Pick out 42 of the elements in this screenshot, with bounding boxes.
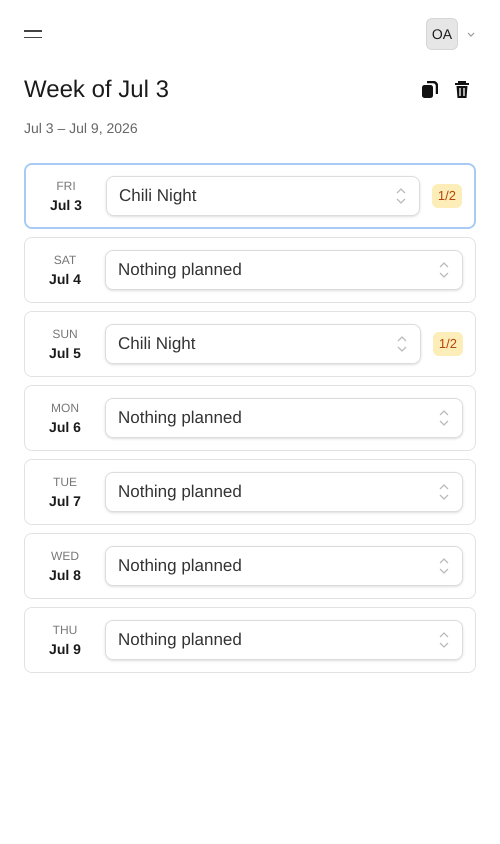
chevron-up-down-icon (438, 409, 450, 427)
serving-badge: 1/2 (432, 332, 463, 356)
avatar-button[interactable]: OA (426, 18, 458, 50)
date-range: Jul 3 – Jul 9, 2026 (24, 119, 139, 138)
meal-select[interactable]: Nothing planned (105, 620, 463, 660)
chevron-up-down-icon (394, 187, 407, 205)
chevron-up-down-icon (438, 631, 450, 649)
day-card[interactable]: FRI Jul 3 Chili Night 1/2 (24, 163, 476, 229)
meal-select[interactable]: Nothing planned (105, 398, 463, 438)
day-card[interactable]: TUE Jul 7 Nothing planned (24, 459, 476, 525)
chevron-up-down-icon (396, 335, 408, 353)
weekday-label: MON (51, 400, 79, 416)
weekday-label: TUE (53, 474, 77, 490)
trash-icon[interactable] (454, 81, 470, 99)
day-card[interactable]: WED Jul 8 Nothing planned (24, 533, 476, 599)
weekday-label: THU (52, 622, 78, 638)
date-label: Jul 9 (49, 640, 81, 658)
date-label: Jul 8 (49, 566, 81, 584)
date-label: Jul 3 (50, 196, 82, 214)
meal-select[interactable]: Chili Night (105, 324, 421, 364)
chevron-up-down-icon (438, 483, 450, 501)
weekday-label: WED (51, 548, 79, 564)
weekday-label: SAT (54, 252, 76, 268)
chevron-up-down-icon (438, 557, 450, 575)
chevron-up-down-icon (438, 261, 450, 279)
page-title: Week of Jul 3 (24, 75, 169, 105)
serving-badge: 1/2 (432, 184, 462, 208)
weekday-label: SUN (52, 326, 78, 342)
date-label: Jul 5 (49, 344, 81, 362)
date-label: Jul 7 (49, 492, 81, 510)
copy-icon[interactable] (422, 81, 438, 99)
day-card[interactable]: THU Jul 9 Nothing planned (24, 607, 476, 673)
date-label: Jul 4 (49, 270, 81, 288)
date-label: Jul 6 (49, 418, 81, 436)
meal-select[interactable]: Chili Night (106, 176, 420, 216)
meal-select[interactable]: Nothing planned (105, 250, 463, 290)
meal-select[interactable]: Nothing planned (105, 546, 463, 586)
day-card[interactable]: SAT Jul 4 Nothing planned (24, 237, 476, 303)
day-card[interactable]: MON Jul 6 Nothing planned (24, 385, 476, 451)
meal-select[interactable]: Nothing planned (105, 472, 463, 512)
weekday-label: FRI (56, 178, 76, 194)
day-card[interactable]: SUN Jul 5 Chili Night 1/2 (24, 311, 476, 377)
